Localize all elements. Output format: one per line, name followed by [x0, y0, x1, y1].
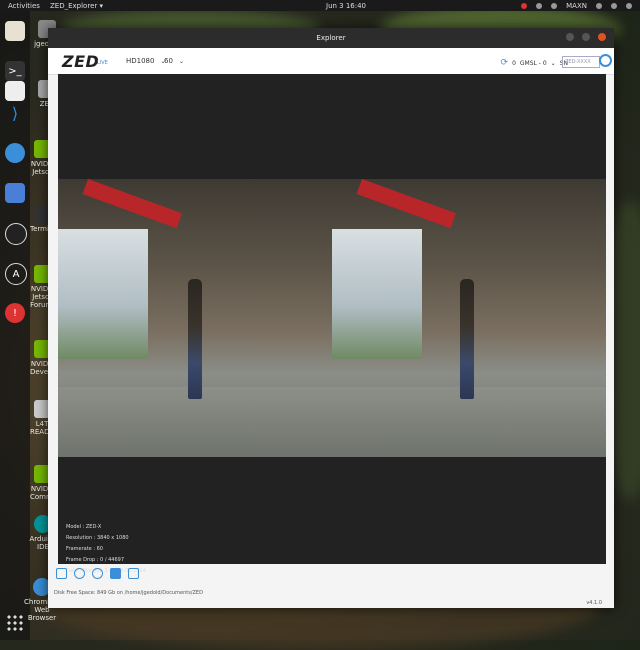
- text-editor-icon[interactable]: [5, 183, 25, 203]
- refresh-icon[interactable]: ⟳: [501, 58, 509, 68]
- red-banner: [356, 179, 456, 229]
- software-icon[interactable]: [5, 81, 25, 101]
- close-button[interactable]: [598, 33, 606, 41]
- bottom-toolbar: [56, 568, 139, 579]
- maximize-button[interactable]: [582, 33, 590, 41]
- camera-type: GMSL - 0: [519, 59, 547, 67]
- chevron-down-icon[interactable]: ⌄: [551, 60, 556, 67]
- camera-info: ⟳ 0 GMSL - 0 ⌄ SN: [501, 58, 568, 68]
- person-figure: [460, 279, 474, 399]
- minimize-button[interactable]: [566, 33, 574, 41]
- alert-icon[interactable]: !: [5, 303, 25, 323]
- dock: >_ ⟩ A !: [0, 11, 30, 640]
- window-titlebar[interactable]: Explorer: [48, 28, 614, 48]
- top-bar: Activities ZED_Explorer ▾ Jun 3 16:40 MA…: [0, 0, 640, 11]
- chevron-down-icon: ⌄: [178, 58, 184, 65]
- person-figure: [188, 279, 202, 399]
- fps-select[interactable]: 60 ⌄: [164, 57, 184, 65]
- update-icon[interactable]: [521, 2, 528, 9]
- app-menu[interactable]: ZED_Explorer ▾: [50, 2, 103, 10]
- nvidia-icon[interactable]: [536, 2, 543, 9]
- glass-door: [332, 229, 422, 359]
- glass-door: [58, 229, 148, 359]
- chromium-icon[interactable]: [5, 143, 25, 163]
- camera-id: 0: [512, 59, 516, 67]
- live-label: LIVE: [97, 60, 108, 66]
- svo-icon[interactable]: [110, 568, 121, 579]
- disk-status: Disk Free Space: 849 Gb on /home/jgedold…: [54, 590, 203, 596]
- resolution-text: Resolution : 3840 x 1080: [66, 535, 129, 541]
- settings-gear-icon[interactable]: [599, 54, 612, 67]
- power-mode-icon[interactable]: [551, 2, 558, 9]
- folder-icon[interactable]: [56, 568, 67, 579]
- model-text: Model : ZED-X: [66, 524, 102, 530]
- version-label: v4.1.0: [586, 600, 602, 606]
- files-icon[interactable]: [5, 21, 25, 41]
- lobby-scene-image: [58, 179, 332, 457]
- left-camera-frame: [58, 179, 332, 457]
- app-store-icon[interactable]: A: [5, 263, 27, 285]
- framerate-text: Framerate : 60: [66, 546, 103, 552]
- clock[interactable]: Jun 3 16:40: [326, 2, 366, 10]
- activities-button[interactable]: Activities: [8, 2, 40, 10]
- stereo-viewer[interactable]: Model : ZED-X Resolution : 3840 x 1080 F…: [58, 74, 606, 574]
- resolution-select[interactable]: HD1080 ⌄: [126, 57, 166, 65]
- broadcast-icon[interactable]: [74, 568, 85, 579]
- right-camera-frame: [332, 179, 606, 457]
- vscode-icon[interactable]: ⟩: [5, 103, 25, 123]
- toolbar: ZED LIVE HD1080 ⌄ 60 ⌄ ⟳ 0 GMSL - 0 ⌄ SN Z…: [48, 48, 614, 75]
- window-controls: [566, 33, 606, 41]
- explorer-window: Explorer ZED LIVE HD1080 ⌄ 60 ⌄ ⟳ 0 GMSL -…: [48, 28, 614, 608]
- resolution-value: HD1080: [126, 57, 155, 65]
- record-icon[interactable]: [92, 568, 103, 579]
- power-icon[interactable]: [626, 2, 632, 9]
- serial-number-field[interactable]: ZED-XXXX: [562, 56, 600, 68]
- network-icon[interactable]: [596, 2, 602, 9]
- lobby-scene-image: [332, 179, 606, 457]
- obs-icon[interactable]: [5, 223, 27, 245]
- red-banner: [82, 179, 182, 229]
- show-apps-icon[interactable]: [6, 614, 24, 632]
- volume-icon[interactable]: [611, 2, 617, 9]
- camera-snapshot-icon[interactable]: [128, 568, 139, 579]
- terminal-icon[interactable]: >_: [5, 61, 25, 81]
- frame-drop-text: Frame Drop : 0 / 44697: [66, 557, 125, 563]
- power-mode-label[interactable]: MAXN: [566, 2, 587, 10]
- fps-value: 60: [164, 57, 173, 65]
- system-tray: MAXN: [521, 2, 632, 10]
- window-title: Explorer: [316, 34, 346, 42]
- desktop: { "topbar": { "activities": "Activities"…: [0, 0, 640, 650]
- zed-logo: ZED: [62, 52, 100, 71]
